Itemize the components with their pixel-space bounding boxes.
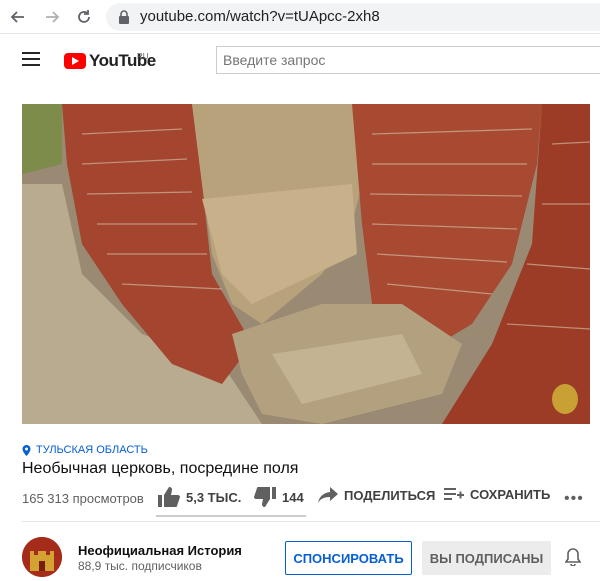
video-title: Необычная церковь, посредине поля — [22, 460, 299, 477]
sponsor-button[interactable]: СПОНСИРОВАТЬ — [285, 541, 412, 575]
lock-icon — [119, 10, 129, 24]
channel-watermark-icon[interactable] — [552, 384, 578, 414]
search-placeholder: Введите запрос — [223, 52, 326, 68]
location-pin-icon — [22, 444, 31, 456]
logo-region: RU — [137, 52, 149, 61]
share-button[interactable]: ПОДЕЛИТЬСЯ — [318, 487, 435, 503]
forward-icon[interactable] — [42, 7, 62, 27]
address-bar[interactable]: youtube.com/watch?v=tUApcc-2xh8 — [106, 3, 600, 31]
subscribed-button[interactable]: ВЫ ПОДПИСАНЫ — [422, 541, 551, 575]
thumbs-down-icon — [254, 487, 276, 507]
search-input[interactable]: Введите запрос — [216, 46, 600, 74]
castle-icon — [22, 537, 62, 577]
view-count: 165 313 просмотров — [22, 491, 144, 506]
back-icon[interactable] — [8, 7, 28, 27]
thumbs-up-icon — [158, 487, 180, 507]
location-tag[interactable]: ТУЛЬСКАЯ ОБЛАСТЬ — [22, 444, 148, 456]
play-logo-icon — [64, 53, 86, 69]
menu-icon[interactable] — [22, 52, 40, 66]
like-button[interactable]: 5,3 ТЫС. — [158, 487, 241, 507]
channel-name[interactable]: Неофициальная История — [78, 543, 242, 558]
url-text: youtube.com/watch?v=tUApcc-2xh8 — [140, 8, 380, 25]
dislike-button[interactable]: 144 — [254, 487, 304, 507]
like-count: 5,3 ТЫС. — [186, 489, 242, 505]
browser-toolbar: youtube.com/watch?v=tUApcc-2xh8 — [0, 0, 600, 34]
video-frame — [22, 104, 590, 424]
share-label: ПОДЕЛИТЬСЯ — [344, 487, 436, 503]
share-icon — [318, 487, 338, 503]
more-actions-icon[interactable]: ••• — [564, 490, 584, 508]
location-text: ТУЛЬСКАЯ ОБЛАСТЬ — [36, 444, 148, 456]
divider — [22, 521, 600, 522]
subscriber-count: 88,9 тыс. подписчиков — [78, 559, 202, 573]
bell-icon[interactable] — [565, 548, 581, 566]
save-button[interactable]: СОХРАНИТЬ — [444, 487, 550, 502]
youtube-header: YouTube RU Введите запрос — [0, 34, 600, 88]
like-ratio-bar — [156, 515, 306, 517]
save-label: СОХРАНИТЬ — [470, 487, 551, 502]
reload-icon[interactable] — [74, 7, 94, 27]
video-player[interactable] — [22, 104, 590, 424]
channel-avatar[interactable] — [22, 537, 62, 577]
dislike-count: 144 — [282, 489, 304, 505]
playlist-add-icon — [444, 487, 464, 500]
